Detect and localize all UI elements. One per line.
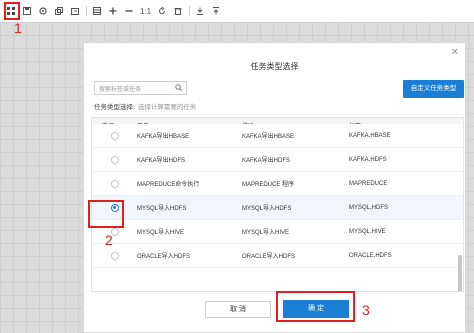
table-row[interactable]: MYSQL导入HIVE MYSQL导入HIVE MYSQL,HIVE (92, 220, 463, 244)
row-task: MYSQL导入HDFS (137, 206, 187, 212)
table-row[interactable]: KAFKA导出HDFS KAFKA导出HDFS KAFKA,HDFS (92, 148, 463, 172)
table-row[interactable]: MAPREDUCE命令执行 MAPREDUCE 程序 MAPREDUCE (92, 172, 463, 196)
save-icon[interactable] (22, 6, 32, 16)
table-row[interactable]: ORACLE导入HDFS ORACLE导入HDFS ORACLE,HDFS (92, 244, 463, 268)
dialog-title: 任务类型选择 (250, 62, 299, 71)
row-tag: MYSQL,HDFS (349, 204, 389, 211)
row-tag: MYSQL,HIVE (349, 228, 386, 235)
selected-hint: 选择计算需要的任务 (137, 104, 197, 111)
toolbar-divider (189, 6, 191, 16)
search-icon[interactable] (175, 83, 182, 93)
annotation-label-1: 1 (14, 20, 22, 36)
upload-icon[interactable] (211, 6, 221, 16)
row-radio[interactable] (110, 155, 119, 164)
copy-icon[interactable] (54, 6, 64, 16)
annotation-box-3 (276, 291, 355, 322)
delete-icon[interactable] (173, 6, 183, 16)
annotation-label-3: 3 (362, 302, 370, 318)
row-description: MAPREDUCE 程序 (242, 182, 295, 188)
row-task: ORACLE导入HDFS (137, 254, 191, 260)
selected-label: 任务类型选择: (94, 104, 135, 111)
row-tag: KAFKA,HBASE (349, 132, 391, 139)
row-select-cell[interactable] (92, 251, 137, 260)
row-select-cell[interactable] (92, 155, 137, 164)
row-task: KAFKA导出HBASE (137, 134, 190, 140)
row-tag: KAFKA,HDFS (349, 156, 387, 163)
row-description: ORACLE导入HDFS (242, 254, 296, 260)
row-select-cell[interactable] (92, 227, 137, 236)
annotation-label-2: 2 (105, 232, 113, 248)
settings-icon[interactable] (38, 6, 48, 16)
close-icon[interactable]: ✕ (451, 47, 459, 58)
download-icon[interactable] (195, 6, 205, 16)
annotation-box-2 (88, 200, 124, 228)
annotation-box-1 (4, 2, 20, 20)
zoom-ratio-button[interactable]: 1:1 (140, 7, 151, 16)
row-description: KAFKA导出HBASE (242, 134, 295, 140)
table-body: KAFKA导出HBASE KAFKA导出HBASE KAFKA,HBASE KAFKA… (92, 124, 463, 268)
row-task: KAFKA导出HDFS (137, 158, 186, 164)
row-tag: ORACLE,HDFS (349, 252, 392, 259)
row-task: MAPREDUCE命令执行 (137, 182, 200, 188)
row-radio[interactable] (110, 131, 119, 140)
row-description: MYSQL导入HIVE (242, 230, 290, 236)
search-input[interactable]: 搜索标签或任务 (94, 81, 187, 95)
toolbar-divider (86, 6, 87, 16)
search-placeholder: 搜索标签或任务 (99, 86, 142, 93)
custom-task-type-button[interactable]: 自定义任务类型 (403, 80, 464, 98)
selected-task-type: 任务类型选择: 选择计算需要的任务 (94, 101, 196, 111)
zoom-in-icon[interactable] (108, 6, 118, 16)
task-type-dialog: 任务类型选择 ✕ 搜索标签或任务 自定义任务类型 任务类型选择: 选择计算需要的任… (83, 42, 466, 333)
table-row[interactable]: KAFKA导出HBASE KAFKA导出HBASE KAFKA,HBASE (92, 124, 463, 148)
table-scrollbar[interactable] (458, 255, 462, 291)
task-table: 选择 任务 描述 标签 KAFKA导出HBASEKAFKA导出HBASEKAFK… (91, 117, 464, 292)
row-select-cell[interactable] (92, 131, 137, 140)
row-tag: MAPREDUCE (349, 180, 388, 187)
row-description: MYSQL导入HDFS (242, 206, 292, 212)
row-task: MYSQL导入HIVE (137, 230, 185, 236)
refresh-icon[interactable] (157, 6, 167, 16)
row-description: KAFKA导出HDFS (242, 158, 291, 164)
zoom-out-icon[interactable] (124, 6, 134, 16)
table-row[interactable]: MYSQL导入HDFS MYSQL导入HDFS MYSQL,HDFS (92, 196, 463, 220)
export-icon[interactable] (70, 6, 80, 16)
row-radio[interactable] (110, 251, 119, 260)
cancel-button[interactable]: 取 消 (205, 301, 271, 318)
row-select-cell[interactable] (92, 179, 137, 188)
toolbar: 1:1 (0, 0, 474, 22)
table-icon[interactable] (92, 6, 102, 16)
row-radio[interactable] (110, 179, 119, 188)
